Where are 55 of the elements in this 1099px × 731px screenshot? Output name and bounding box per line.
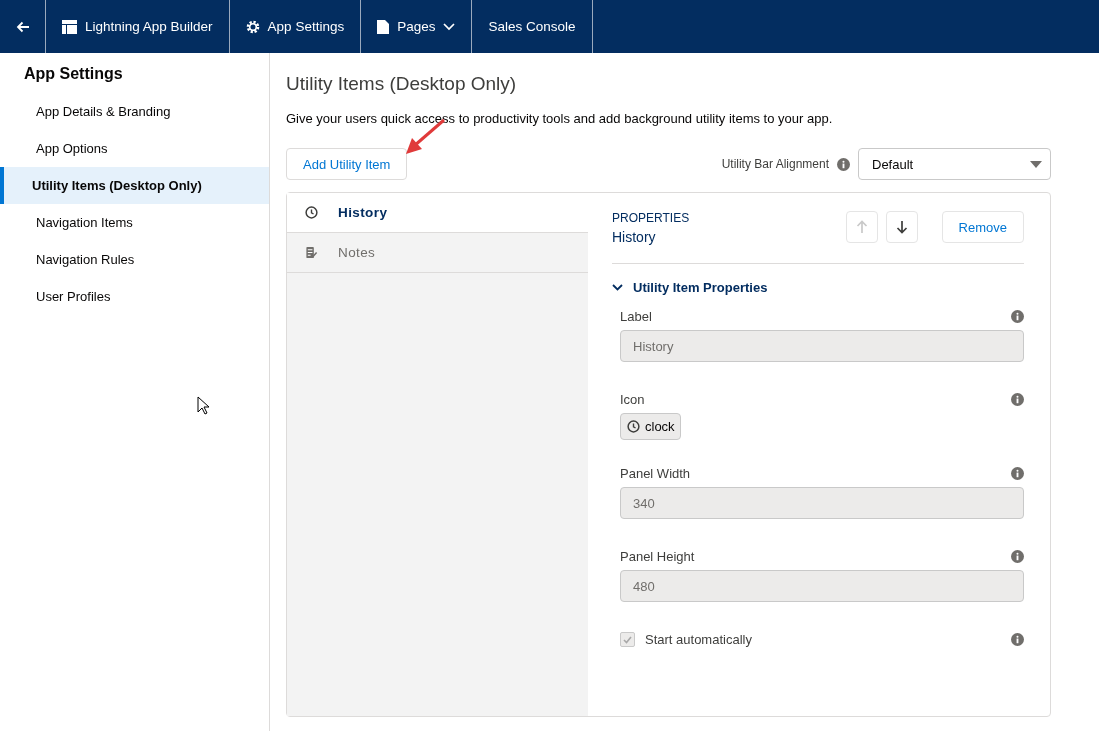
header-tab-label: Lightning App Builder [85,19,213,34]
header-tab[interactable]: Lightning App Builder [46,0,230,53]
info-icon[interactable] [1011,310,1024,323]
section-toggle[interactable]: Utility Item Properties [612,280,768,295]
page-icon [377,19,390,34]
field-label: Icon [620,392,645,407]
info-icon[interactable] [1011,393,1024,406]
page-description: Give your users quick access to productivity tools and add background utility items to your app. [286,111,834,126]
layout-icon [62,19,77,34]
utility-item[interactable]: History [287,193,588,233]
sidebar-item[interactable]: Navigation Rules [0,241,269,278]
icon-pill-label: clock [645,419,675,434]
info-icon[interactable] [1011,550,1024,563]
move-down-button[interactable] [885,211,918,243]
sidebar-title: App Settings [23,65,124,84]
icon-pill[interactable]: clock [620,413,681,440]
info-icon[interactable] [837,157,850,171]
sidebar-item[interactable]: Navigation Items [0,204,269,241]
header-tab[interactable]: App Settings [229,0,362,53]
clock-icon [627,420,640,433]
header-tab-label: Sales Console [488,19,576,34]
utility-item-label: Notes [338,245,376,260]
checkmark-icon [623,635,632,644]
page-title: Utility Items (Desktop Only) [286,73,518,95]
alignment-value: Default [872,156,914,172]
properties-heading: PROPERTIES [612,211,690,225]
field-label: Panel Width [620,466,691,481]
field-label: Panel Height [620,549,695,564]
header-tab[interactable]: Sales Console [472,0,593,53]
arrow-down-icon [895,220,908,234]
clock-icon [305,206,318,219]
alignment-select[interactable]: Default [858,148,1051,180]
back-arrow-icon [15,20,30,33]
dropdown-caret-icon [1030,160,1042,168]
chevron-down-icon [612,282,623,293]
header-tab-label: App Settings [267,19,345,34]
sidebar-item[interactable]: App Options [0,130,269,167]
sidebar-item[interactable]: User Profiles [0,278,269,315]
header-tab[interactable]: Pages [361,0,473,53]
properties-item-name: History [612,229,657,245]
field-label: Label [620,309,652,324]
info-icon[interactable] [1011,633,1024,646]
mouse-cursor-icon [197,396,210,415]
utility-item-label: History [338,205,388,220]
header-tab-label: Pages [397,19,436,34]
sidebar-item[interactable]: Utility Items (Desktop Only) [0,167,269,204]
arrow-up-icon [855,220,868,234]
info-icon[interactable] [1011,467,1024,480]
notes-icon [305,246,318,259]
sidebar-item[interactable]: App Details & Branding [0,93,269,130]
settings-icon [245,19,260,34]
add-utility-item-button[interactable]: Add Utility Item [286,148,408,180]
checkbox-label: Start automatically [645,632,752,647]
remove-button[interactable]: Remove [941,211,1024,243]
alignment-label: Utility Bar Alignment [721,157,829,171]
